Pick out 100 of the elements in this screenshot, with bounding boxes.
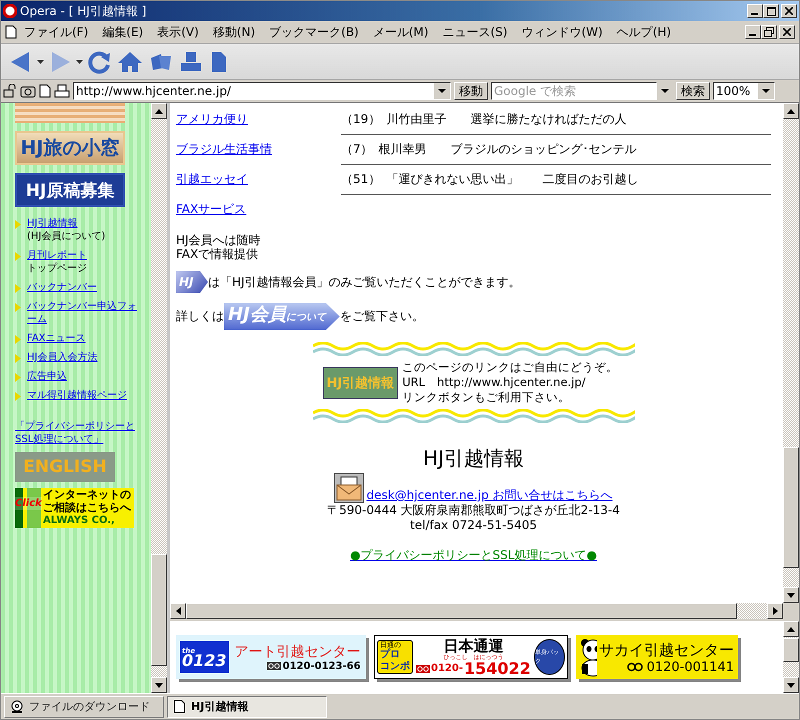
up-arrow-icon <box>787 108 795 114</box>
issue-number: （51） <box>341 171 380 188</box>
phone-number: 0120-0123-66 <box>282 660 361 672</box>
sidebar-link[interactable]: HJ会員入会方法 <box>27 351 139 364</box>
company-name: ALWAYS CO., <box>43 514 116 527</box>
link-info-text: リンクボタンもご利用下さい。 <box>402 390 572 405</box>
minimize-button[interactable] <box>745 25 761 39</box>
maximize-button[interactable] <box>763 4 779 18</box>
printer-icon[interactable] <box>54 84 70 98</box>
lock-icon[interactable] <box>3 84 17 98</box>
scrollbar[interactable] <box>151 103 167 693</box>
page-tab[interactable]: HJ引越情報 <box>167 696 327 718</box>
privacy-link[interactable]: ●プライバシーポリシーとSSL処理について● <box>350 548 597 563</box>
sidebar-link[interactable]: 月刊レポート <box>27 249 139 262</box>
document-icon <box>209 50 229 74</box>
scroll-down-button[interactable] <box>783 587 799 603</box>
down-arrow-icon <box>787 682 795 688</box>
free-dial-icon <box>416 664 430 672</box>
site-title: HJ引越情報 <box>423 445 524 471</box>
privacy-link[interactable]: 「プライバシーポリシーとSSL処理について」 <box>15 420 149 446</box>
banner-text: ご相談はこちらへ <box>43 501 132 514</box>
fax-note-text: HJ会員へは随時 <box>176 233 262 247</box>
bullet-icon <box>15 392 21 401</box>
scroll-up-button[interactable] <box>783 103 799 119</box>
banner-button[interactable]: HJ原稿募集 <box>15 173 125 207</box>
app-logo-icon <box>3 4 17 18</box>
page-tab[interactable]: ファイルのダウンロード <box>4 696 164 718</box>
click-label: Click <box>15 497 42 510</box>
email-link[interactable]: desk@hjcenter.ne.jp お問い合せはこちらへ <box>366 488 613 503</box>
menu-item[interactable]: 編集(E) <box>95 24 150 40</box>
dropdown-caret-icon[interactable] <box>76 60 83 64</box>
sidebar-link[interactable]: 広告申込 <box>27 370 139 383</box>
scroll-down-button[interactable] <box>151 677 167 693</box>
down-arrow-icon <box>787 592 795 598</box>
document-icon[interactable] <box>39 84 51 98</box>
sidebar-link[interactable]: HJ引越情報 <box>27 217 139 230</box>
scroll-left-button[interactable] <box>170 603 186 619</box>
zoom-dropdown[interactable]: 100% <box>713 82 775 100</box>
link-note: トップページ <box>27 262 88 275</box>
scrollbar-thumb[interactable] <box>783 446 799 568</box>
search-field[interactable]: Google で検索 <box>491 82 657 100</box>
envelope-icon[interactable] <box>334 473 364 503</box>
camera-icon[interactable] <box>20 84 36 98</box>
close-button[interactable] <box>781 4 797 18</box>
search-button[interactable]: 検索 <box>676 82 710 100</box>
member-note: は「HJ引越情報会員」のみご覧いただくことができます。 <box>208 274 521 290</box>
menu-item[interactable]: ヘルプ(H) <box>610 24 678 40</box>
phone-prefix: 0120- <box>431 663 463 674</box>
window-title: Opera - [ HJ引越情報 ] <box>20 2 146 20</box>
column-link[interactable]: アメリカ便り <box>176 111 248 128</box>
author-name: 「運びきれない思い出」 <box>386 171 518 188</box>
menu-item[interactable]: メール(M) <box>366 24 436 40</box>
bullet-icon <box>15 284 21 293</box>
sidebar-link[interactable]: マル得引越情報ページ <box>27 389 139 402</box>
free-dial-icon <box>266 662 281 670</box>
sidebar-link[interactable]: FAXニュース <box>27 332 139 345</box>
restore-button[interactable] <box>761 25 777 39</box>
menu-item[interactable]: ブックマーク(B) <box>262 24 366 40</box>
company-name: 日本通運 <box>443 638 504 654</box>
scroll-down-button[interactable] <box>783 677 799 693</box>
scrollbar[interactable] <box>783 621 799 693</box>
article-title: 選挙に勝たなければただの人 <box>470 111 626 128</box>
author-name: 川竹由里子 <box>386 111 446 128</box>
column-link[interactable]: 引越エッセイ <box>176 171 248 188</box>
menu-item[interactable]: ファイル(F) <box>17 24 96 40</box>
column-link[interactable]: ブラジル生活事情 <box>176 141 272 158</box>
menu-item[interactable]: ニュース(S) <box>435 24 514 40</box>
scroll-up-button[interactable] <box>151 103 167 119</box>
bullet-icon <box>15 252 21 261</box>
bullet-icon <box>15 220 21 229</box>
scroll-right-button[interactable] <box>767 603 783 619</box>
down-arrow-icon <box>155 682 163 688</box>
ad-banner[interactable]: サカイ引越センター 0120-001141 <box>576 635 738 679</box>
phone-number: tel/fax 0724-51-5405 <box>410 518 537 533</box>
link-info-text: URL http://www.hjcenter.ne.jp/ <box>402 375 587 390</box>
scrollbar-thumb[interactable] <box>151 554 167 666</box>
fax-note-text: FAXで情報提供 <box>176 247 260 261</box>
dropdown-caret-icon[interactable] <box>37 60 44 64</box>
go-button[interactable]: 移動 <box>454 82 488 100</box>
up-arrow-icon <box>155 108 163 114</box>
scroll-up-button[interactable] <box>783 621 799 637</box>
scrollbar-thumb[interactable] <box>783 638 799 662</box>
link-note: (HJ会員について) <box>27 230 106 243</box>
sidebar-link[interactable]: バックナンバー申込フォーム <box>27 300 139 326</box>
panda-drawing <box>580 637 597 677</box>
home-icon <box>117 50 143 74</box>
banner-text: インターネットの <box>43 488 132 501</box>
menu-item[interactable]: 表示(V) <box>150 24 206 40</box>
document-icon <box>5 25 17 39</box>
address-field[interactable]: http://www.hjcenter.ne.jp/ <box>73 82 451 100</box>
sidebar-link[interactable]: バックナンバー <box>27 281 139 294</box>
banner-button[interactable]: HJ旅の小窓 <box>15 131 125 165</box>
fax-service-link[interactable]: FAXサービス <box>176 201 246 218</box>
disk-icon <box>11 700 23 713</box>
menu-item[interactable]: 移動(N) <box>206 24 262 40</box>
printer-icon <box>179 50 203 74</box>
close-button[interactable] <box>779 25 795 39</box>
minimize-button[interactable] <box>747 4 763 18</box>
scrollbar[interactable] <box>783 103 799 603</box>
menu-item[interactable]: ウィンドウ(W) <box>514 24 610 40</box>
